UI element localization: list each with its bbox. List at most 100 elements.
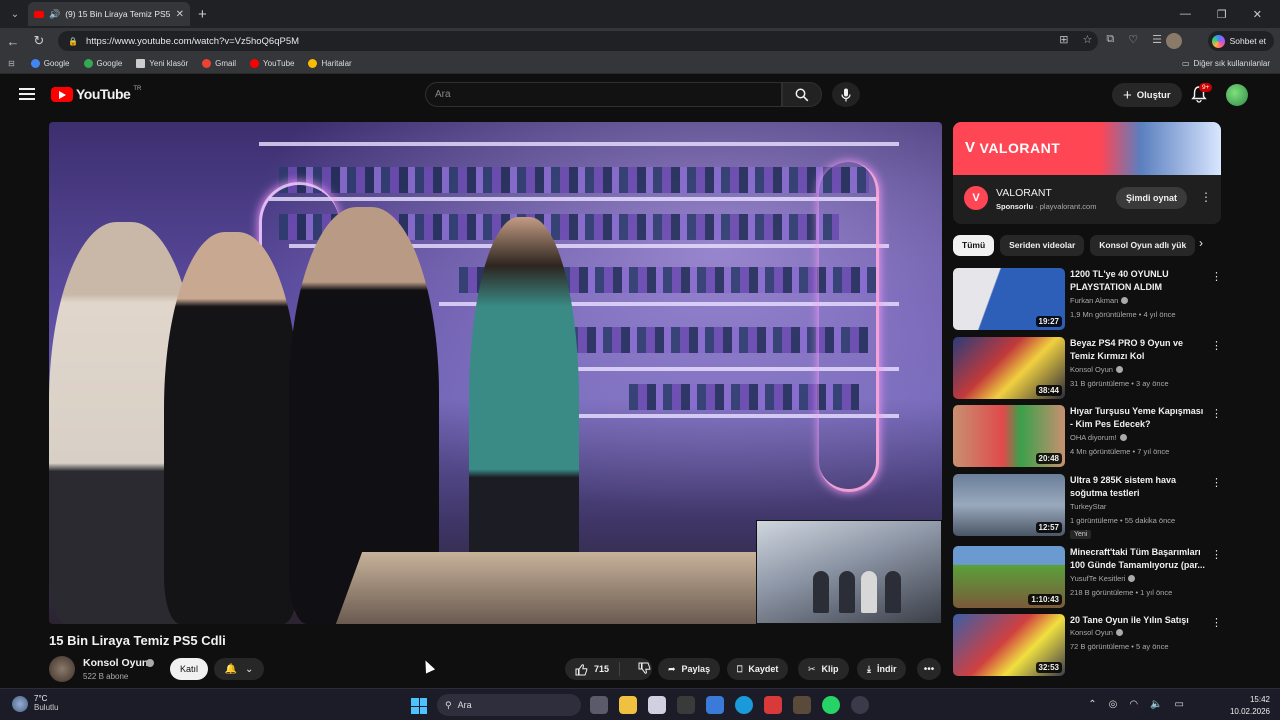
copilot-chat-button[interactable]: Sohbet et xyxy=(1207,31,1274,51)
store-icon[interactable] xyxy=(648,696,666,714)
list-item[interactable]: 20:48 Hıyar Turşusu Yeme Kapışması - Kim… xyxy=(953,405,1223,467)
more-vertical-icon[interactable]: ⋮ xyxy=(1211,548,1222,561)
wifi-icon[interactable]: ◠ xyxy=(1129,699,1138,710)
app-icon[interactable] xyxy=(793,696,811,714)
battery-icon[interactable]: ▭ xyxy=(1175,699,1184,710)
channel-name[interactable]: Konsol Oyun xyxy=(83,657,148,669)
reload-icon[interactable]: ↻ xyxy=(26,33,52,49)
bookmark-youtube[interactable]: YouTube xyxy=(250,59,294,68)
edge-browser-icon[interactable] xyxy=(735,696,753,714)
browser-essentials-icon[interactable]: ♡ xyxy=(1128,33,1138,46)
create-button[interactable]: + Oluştur xyxy=(1112,83,1182,107)
rec-title[interactable]: 20 Tane Oyun ile Yılın Satışı xyxy=(1070,614,1206,627)
ad-cta-button[interactable]: Şimdi oynat xyxy=(1116,187,1188,209)
rec-title[interactable]: Ultra 9 285K sistem hava soğutma testler… xyxy=(1070,474,1206,500)
list-item[interactable]: 1:10:43 Minecraft'taki Tüm Başarımları 1… xyxy=(953,546,1223,608)
ad-banner[interactable]: V VALORANT xyxy=(953,122,1221,175)
network-icon[interactable]: ◎ xyxy=(1109,699,1118,710)
clock[interactable]: 15:42 10.02.2026 xyxy=(1230,694,1270,718)
share-button[interactable]: ➦ Paylaş xyxy=(658,658,721,680)
rec-channel[interactable]: Furkan Akman xyxy=(1070,296,1129,305)
download-button[interactable]: ⤓ İndir xyxy=(857,658,907,680)
video-player[interactable] xyxy=(49,122,942,624)
task-view-icon[interactable] xyxy=(590,696,608,714)
profile-avatar[interactable] xyxy=(1166,33,1182,49)
rec-channel[interactable]: TurkeyStar xyxy=(1070,502,1106,511)
tray-chevron-up-icon[interactable]: ⌃ xyxy=(1088,699,1096,710)
extensions-icon[interactable]: ⧉ xyxy=(1106,33,1114,46)
youtube-logo[interactable]: YouTube TR xyxy=(51,86,141,102)
rec-channel[interactable]: YusufTe Kesitleri xyxy=(1070,574,1136,583)
rec-title[interactable]: Beyaz PS4 PRO 9 Oyun ve Temiz Kırmızı Ko… xyxy=(1070,337,1206,363)
clip-button[interactable]: ✂ Klip xyxy=(798,658,849,680)
chip-all[interactable]: Tümü xyxy=(953,234,995,256)
tab-actions-chevron-icon[interactable]: ⌄ xyxy=(4,3,26,25)
ad-more-vertical-icon[interactable]: ⋮ xyxy=(1200,190,1212,204)
menu-hamburger-icon[interactable] xyxy=(19,88,35,100)
search-button[interactable] xyxy=(782,82,822,107)
close-window-icon[interactable]: ✕ xyxy=(1253,8,1262,21)
rec-channel[interactable]: Konsol Oyun xyxy=(1070,365,1123,374)
taskbar-search[interactable]: ⚲ Ara xyxy=(437,694,581,716)
mail-icon[interactable] xyxy=(706,696,724,714)
collections-icon[interactable]: ☰ xyxy=(1152,33,1162,46)
back-arrow-icon[interactable]: ← xyxy=(0,34,26,49)
steam-icon[interactable] xyxy=(851,696,869,714)
ad-title[interactable]: VALORANT xyxy=(996,187,1052,199)
channel-avatar[interactable] xyxy=(49,656,75,682)
rec-title[interactable]: 1200 TL'ye 40 OYUNLU PLAYSTATION ALDIM xyxy=(1070,268,1206,294)
more-vertical-icon[interactable]: ⋮ xyxy=(1211,270,1222,283)
video-thumbnail[interactable]: 1:10:43 xyxy=(953,546,1065,608)
join-button[interactable]: Katıl xyxy=(170,658,209,680)
bookmark-folder[interactable]: Yeni klasör xyxy=(136,59,188,68)
volume-icon[interactable]: 🔈 xyxy=(1150,699,1162,710)
rec-channel[interactable]: OHA diyorum! xyxy=(1070,433,1127,442)
list-item[interactable]: 12:57 Ultra 9 285K sistem hava soğutma t… xyxy=(953,474,1223,539)
favorite-star-icon[interactable]: ☆ xyxy=(1083,33,1093,46)
more-vertical-icon[interactable]: ⋮ xyxy=(1211,476,1222,489)
app-available-icon[interactable]: ⊞ xyxy=(1059,33,1068,46)
close-tab-icon[interactable]: ✕ xyxy=(176,9,184,20)
more-actions-button[interactable]: ••• xyxy=(917,658,941,680)
photos-icon[interactable] xyxy=(764,696,782,714)
video-thumbnail[interactable]: 38:44 xyxy=(953,337,1065,399)
app-icon[interactable] xyxy=(677,696,695,714)
sponsored-ad-card[interactable]: V VALORANT V VALORANT Sponsorlu · playval… xyxy=(953,122,1221,224)
rec-title[interactable]: Hıyar Turşusu Yeme Kapışması - Kim Pes E… xyxy=(1070,405,1206,431)
address-bar[interactable]: 🔒 https://www.youtube.com/watch?v=Vz5hoQ… xyxy=(58,31,1098,51)
start-windows-icon[interactable] xyxy=(411,698,427,714)
list-item[interactable]: 19:27 1200 TL'ye 40 OYUNLU PLAYSTATION A… xyxy=(953,268,1223,330)
whatsapp-icon[interactable] xyxy=(822,696,840,714)
list-item[interactable]: 32:53 20 Tane Oyun ile Yılın Satışı Kons… xyxy=(953,614,1223,676)
site-info-icon[interactable]: 🔒 xyxy=(68,37,78,46)
voice-search-button[interactable] xyxy=(832,82,860,107)
speaker-icon[interactable]: 🔊 xyxy=(49,9,60,20)
video-thumbnail[interactable]: 20:48 xyxy=(953,405,1065,467)
bookmark-google-1[interactable]: Google xyxy=(30,59,70,68)
other-bookmarks[interactable]: ▭ Diğer sık kullanılanlar xyxy=(1182,59,1270,68)
minimize-icon[interactable]: — xyxy=(1180,8,1191,21)
chevron-right-icon[interactable]: › xyxy=(1199,236,1203,250)
weather-widget[interactable]: 7°C Bulutlu xyxy=(12,694,58,712)
save-button[interactable]: ⎕ Kaydet xyxy=(727,658,789,680)
video-thumbnail[interactable]: 32:53 xyxy=(953,614,1065,676)
like-button[interactable]: 715 xyxy=(565,662,621,676)
chip-channel[interactable]: Konsol Oyun adlı yük xyxy=(1090,234,1196,256)
more-vertical-icon[interactable]: ⋮ xyxy=(1211,339,1222,352)
list-item[interactable]: 38:44 Beyaz PS4 PRO 9 Oyun ve Temiz Kırm… xyxy=(953,337,1223,399)
maximize-icon[interactable]: ❐ xyxy=(1217,8,1227,21)
subscription-bell-button[interactable]: 🔔 ⌄ xyxy=(214,658,264,680)
rec-channel[interactable]: Konsol Oyun xyxy=(1070,628,1123,637)
video-thumbnail[interactable]: 19:27 xyxy=(953,268,1065,330)
reading-list-icon[interactable]: ⊟ xyxy=(8,59,15,68)
bookmark-maps[interactable]: Haritalar xyxy=(308,59,352,68)
account-avatar[interactable] xyxy=(1226,84,1248,106)
more-vertical-icon[interactable]: ⋮ xyxy=(1211,407,1222,420)
more-vertical-icon[interactable]: ⋮ xyxy=(1211,616,1222,629)
bookmark-gmail[interactable]: Gmail xyxy=(202,59,236,68)
new-tab-plus-icon[interactable]: + xyxy=(198,6,207,23)
rec-title[interactable]: Minecraft'taki Tüm Başarımları 100 Günde… xyxy=(1070,546,1206,572)
video-thumbnail[interactable]: 12:57 xyxy=(953,474,1065,536)
bookmark-google-2[interactable]: Google xyxy=(83,59,122,68)
file-explorer-icon[interactable] xyxy=(619,696,637,714)
